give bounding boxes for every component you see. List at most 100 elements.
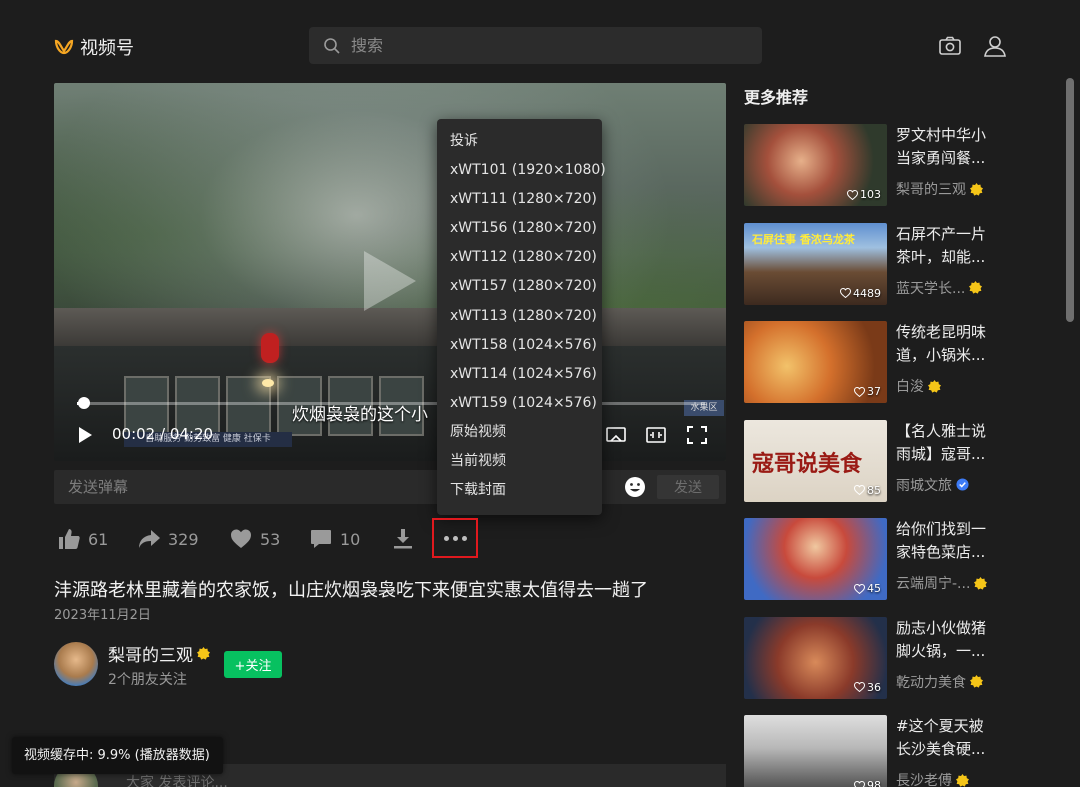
recommendation-item[interactable]: 45 给你们找到一家特色菜店... 云端周宁-...	[744, 518, 1044, 600]
recommendation-author[interactable]: 乾动力美食	[896, 672, 983, 692]
like-count-text: 103	[860, 188, 881, 201]
verified-gold-badge-icon	[197, 647, 210, 660]
recommendation-title[interactable]: 给你们找到一家特色菜店...	[896, 518, 996, 564]
page-scrollbar[interactable]	[1066, 78, 1074, 322]
big-play-icon[interactable]	[364, 251, 416, 311]
menu-item[interactable]: xWT156 (1280×720)	[437, 214, 602, 243]
recommendation-item[interactable]: 寇哥说美食 85 【名人雅士说雨城】寇哥... 雨城文旅	[744, 419, 1044, 502]
fullscreen-icon[interactable]	[687, 426, 707, 444]
like-count-text: 85	[867, 483, 881, 497]
recommendation-author[interactable]: 梨哥的三观	[896, 179, 983, 199]
author-name: 雨城文旅	[896, 477, 952, 494]
more-dot-icon	[452, 535, 458, 541]
lamp-graphic	[262, 379, 274, 387]
author-avatar[interactable]	[54, 642, 98, 686]
like-count-text: 4489	[853, 286, 881, 300]
comment-placeholder: 大家 发表评论...	[126, 775, 228, 787]
recommendation-author[interactable]: 雨城文旅	[896, 475, 969, 495]
verified-gold-badge-icon	[970, 182, 983, 196]
user-icon[interactable]	[983, 35, 1007, 57]
recommendation-author[interactable]: 云端周宁-...	[896, 573, 988, 593]
recommendation-thumbnail[interactable]: 寇哥说美食 85	[744, 419, 887, 502]
camera-icon[interactable]	[938, 35, 962, 57]
video-frame-roof	[54, 308, 726, 346]
menu-item[interactable]: xWT111 (1280×720)	[437, 185, 602, 214]
danmaku-input[interactable]	[68, 478, 428, 496]
video-date: 2023年11月2日	[54, 608, 151, 623]
play-icon[interactable]	[77, 426, 93, 444]
send-danmaku-button[interactable]: 发送	[657, 475, 719, 499]
recommendation-thumbnail[interactable]: 103	[744, 124, 887, 206]
like-count-text: 45	[867, 582, 881, 595]
menu-item[interactable]: 原始视频	[437, 418, 602, 447]
video-player[interactable]: 水果区 自助服务 勤劳致富 健康 社保卡 炊烟袅袅的这个小 00:02 / 04…	[54, 83, 726, 461]
recommendation-title[interactable]: 【名人雅士说雨城】寇哥...	[896, 420, 996, 466]
search-bar[interactable]	[309, 27, 762, 64]
recommendation-item[interactable]: 37 传统老昆明味道，小锅米... 白浚	[744, 321, 1044, 403]
download-icon	[394, 529, 412, 549]
menu-item[interactable]: 下载封面	[437, 476, 602, 505]
recommendation-title[interactable]: 石屏不产一片茶叶，却能...	[896, 223, 996, 269]
search-input[interactable]	[351, 36, 731, 55]
favorite-button[interactable]: 53	[230, 528, 280, 550]
verified-gold-badge-icon	[956, 773, 969, 787]
heart-icon	[231, 529, 251, 548]
search-icon	[324, 37, 340, 54]
menu-item[interactable]: 投诉	[437, 127, 602, 156]
subtitle-text: 炊烟袅袅的这个小	[292, 405, 428, 425]
recommendation-title[interactable]: 罗文村中华小当家勇闯餐...	[896, 124, 996, 170]
menu-item[interactable]: xWT113 (1280×720)	[437, 302, 602, 331]
menu-item[interactable]: xWT159 (1024×576)	[437, 389, 602, 418]
comment-button[interactable]: 10	[310, 528, 360, 550]
recommendation-thumbnail[interactable]: 石屏往事 香浓乌龙茶 4489	[744, 222, 887, 305]
recommendation-thumbnail[interactable]: 98	[744, 715, 887, 787]
recommendation-title[interactable]: #这个夏天被长沙美食硬...	[896, 715, 996, 761]
recommendation-thumbnail[interactable]: 37	[744, 321, 887, 403]
menu-item[interactable]: xWT114 (1024×576)	[437, 360, 602, 389]
cast-icon[interactable]	[606, 426, 626, 444]
picture-in-picture-icon[interactable]	[646, 426, 666, 444]
heart-outline-icon	[854, 386, 865, 397]
download-button[interactable]	[392, 528, 414, 550]
heart-outline-icon	[854, 583, 865, 594]
app-logo[interactable]: 视频号	[54, 34, 134, 60]
comment-icon	[311, 530, 331, 548]
menu-item[interactable]: 当前视频	[437, 447, 602, 476]
thumbnail-like-count: 85	[854, 484, 881, 497]
recommendation-item[interactable]: 36 励志小伙做猪脚火锅，一... 乾动力美食	[744, 616, 1044, 699]
recommendation-author[interactable]: 白浚	[896, 376, 941, 396]
author-name: 蓝天学长...	[896, 280, 966, 297]
share-button[interactable]: 329	[138, 528, 199, 550]
menu-item[interactable]: xWT112 (1280×720)	[437, 243, 602, 272]
more-options-button[interactable]	[432, 518, 478, 558]
recommendation-item[interactable]: 98 #这个夏天被长沙美食硬... 長沙老傅	[744, 715, 1044, 787]
follow-button[interactable]: +关注	[224, 651, 282, 678]
menu-item[interactable]: xWT158 (1024×576)	[437, 331, 602, 360]
thumbnail-caption: 寇哥说美食	[752, 451, 863, 477]
recommendation-item[interactable]: 103 罗文村中华小当家勇闯餐... 梨哥的三观	[744, 124, 1044, 206]
recommendation-title[interactable]: 传统老昆明味道，小锅米...	[896, 321, 996, 367]
author-name-row[interactable]: 梨哥的三观	[108, 641, 210, 666]
recommendation-thumbnail[interactable]: 45	[744, 518, 887, 600]
verified-gold-badge-icon	[969, 281, 983, 294]
verified-gold-badge-icon	[970, 675, 983, 688]
emoji-icon[interactable]	[624, 476, 646, 498]
recommendation-item[interactable]: 石屏往事 香浓乌龙茶 4489 石屏不产一片茶叶，却能... 蓝天学长...	[744, 222, 1044, 305]
recommendation-author[interactable]: 蓝天学长...	[896, 278, 983, 298]
thumbnail-like-count: 36	[854, 681, 881, 694]
lantern-graphic	[261, 333, 279, 363]
progress-thumb[interactable]	[78, 397, 91, 409]
thumbnail-caption: 石屏往事 香浓乌龙茶	[752, 232, 855, 246]
more-dot-icon	[443, 535, 449, 541]
channels-logo-icon	[54, 39, 74, 55]
like-button[interactable]: 61	[58, 528, 108, 550]
verified-blue-badge-icon	[956, 478, 969, 491]
like-count-text: 98	[867, 779, 881, 787]
menu-item[interactable]: xWT157 (1280×720)	[437, 272, 602, 301]
menu-item[interactable]: xWT101 (1920×1080)	[437, 156, 606, 185]
recommendation-author[interactable]: 長沙老傅	[896, 770, 969, 787]
recommendation-title[interactable]: 励志小伙做猪脚火锅，一...	[896, 617, 996, 663]
cache-status-toast: 视频缓存中: 9.9% (播放器数据)	[12, 737, 223, 774]
heart-outline-icon	[854, 682, 865, 692]
recommendation-thumbnail[interactable]: 36	[744, 616, 887, 699]
